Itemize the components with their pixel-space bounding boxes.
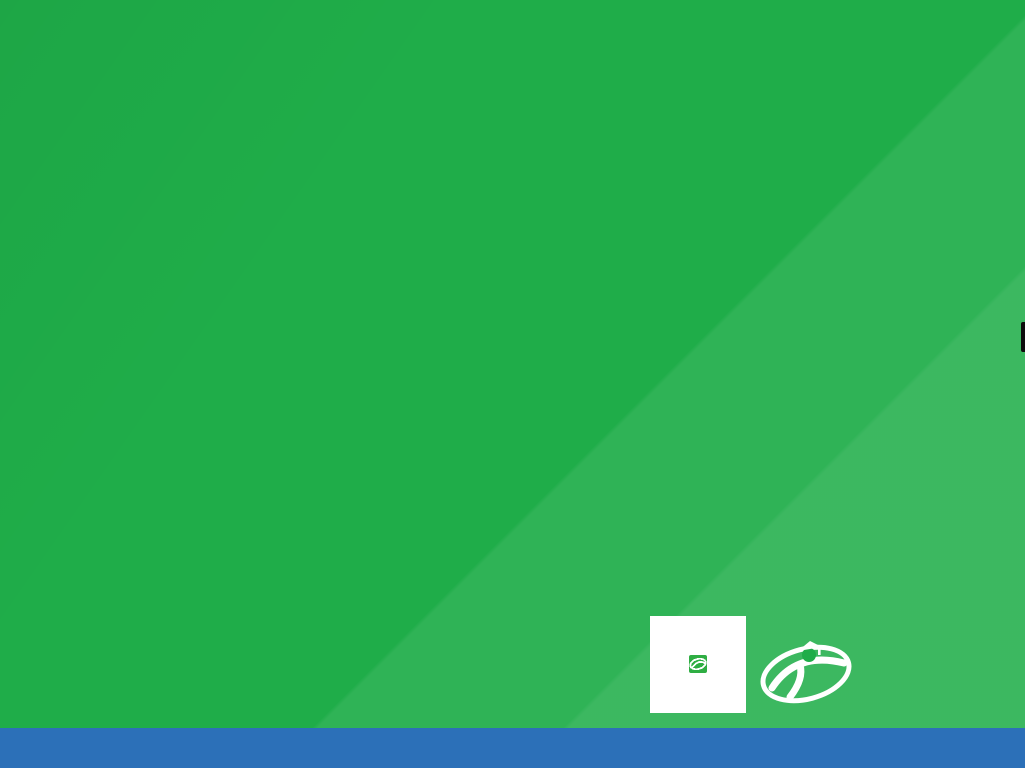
qr-code — [650, 616, 746, 713]
qr-center-logo — [687, 653, 709, 675]
taskbar-spacer — [0, 728, 1009, 768]
screen-edge-artifact — [1021, 322, 1025, 352]
taskbar-clock[interactable] — [1009, 728, 1025, 768]
pe-desktop — [0, 0, 1025, 768]
hanboshi-mark-icon — [689, 622, 707, 706]
hanboshi-logo — [756, 633, 860, 713]
hanboshi-logo-mark-icon — [756, 633, 856, 713]
taskbar — [0, 728, 1025, 768]
